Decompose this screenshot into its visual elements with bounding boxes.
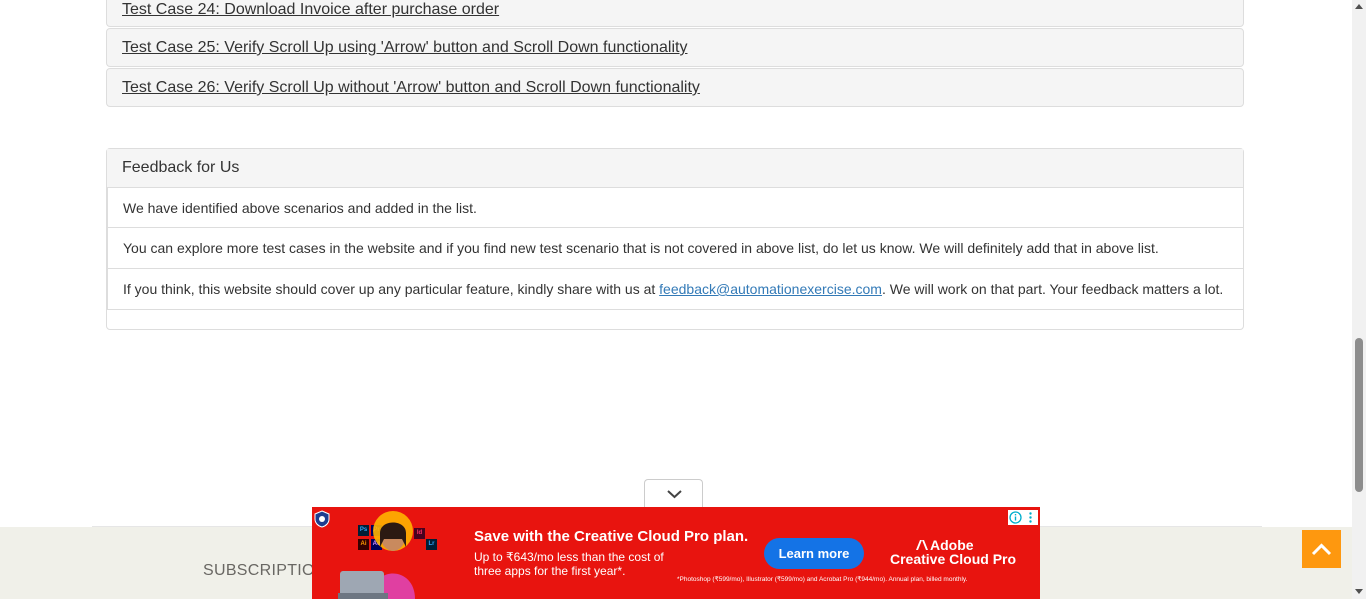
test-case-panel-26: Test Case 26: Verify Scroll Up without '…: [106, 68, 1244, 107]
ad-learn-more-button[interactable]: Learn more: [764, 538, 864, 569]
adobe-logo-icon: [916, 540, 928, 550]
ad-title: Save with the Creative Cloud Pro plan.: [474, 528, 749, 545]
feedback-item-2: You can explore more test cases in the w…: [107, 227, 1244, 269]
feedback-text-3-prefix: If you think, this website should cover …: [123, 281, 660, 297]
subscription-heading: SUBSCRIPTIO: [203, 562, 315, 579]
ad-banner[interactable]: Ps Pr Id Ai Ae Lr Save with the Creative…: [312, 507, 1040, 599]
scroll-up-button[interactable]: [1302, 530, 1341, 568]
feedback-text-2: You can explore more test cases in the w…: [123, 240, 1159, 256]
test-case-link-25[interactable]: Test Case 25: Verify Scroll Up using 'Ar…: [122, 39, 687, 57]
feedback-item-3: If you think, this website should cover …: [107, 268, 1244, 310]
scrollbar-down-arrow[interactable]: [1355, 589, 1363, 594]
feedback-item-1: We have identified above scenarios and a…: [107, 187, 1244, 228]
ad-controls: [1008, 510, 1038, 525]
test-case-link-26[interactable]: Test Case 26: Verify Scroll Up without '…: [122, 79, 700, 97]
kebab-menu-icon[interactable]: [1023, 510, 1038, 525]
info-icon[interactable]: [1008, 510, 1023, 525]
test-case-link-24[interactable]: Test Case 24: Download Invoice after pur…: [122, 1, 499, 19]
test-case-panel-24: Test Case 24: Download Invoice after pur…: [106, 0, 1244, 27]
scrollbar-thumb[interactable]: [1355, 338, 1363, 492]
ad-person-illustration: [338, 511, 415, 599]
scrollbar-track[interactable]: [1352, 0, 1366, 599]
ad-toggle-button[interactable]: [644, 479, 703, 507]
scrollbar-up-arrow[interactable]: [1355, 4, 1363, 9]
feedback-text-3: If you think, this website should cover …: [123, 269, 1228, 310]
test-case-panel-25: Test Case 25: Verify Scroll Up using 'Ar…: [106, 28, 1244, 67]
ad-fine-print: *Photoshop (₹599/mo), Illustrator (₹599/…: [677, 576, 968, 583]
feedback-title: Feedback for Us: [122, 159, 240, 176]
ad-shield-icon: [314, 510, 330, 528]
chevron-down-icon: [667, 490, 682, 499]
feedback-panel-heading: [107, 149, 1243, 188]
feedback-text-1: We have identified above scenarios and a…: [123, 200, 477, 216]
chevron-up-icon: [1311, 543, 1332, 556]
ad-subtitle: Up to ₹643/mo less than the cost of thre…: [474, 550, 664, 578]
feedback-text-3-suffix: . We will work on that part. Your feedba…: [881, 281, 1224, 297]
feedback-email-link[interactable]: feedback@automationexercise.com: [659, 281, 882, 297]
ad-product-name: Creative Cloud Pro: [890, 551, 1017, 567]
